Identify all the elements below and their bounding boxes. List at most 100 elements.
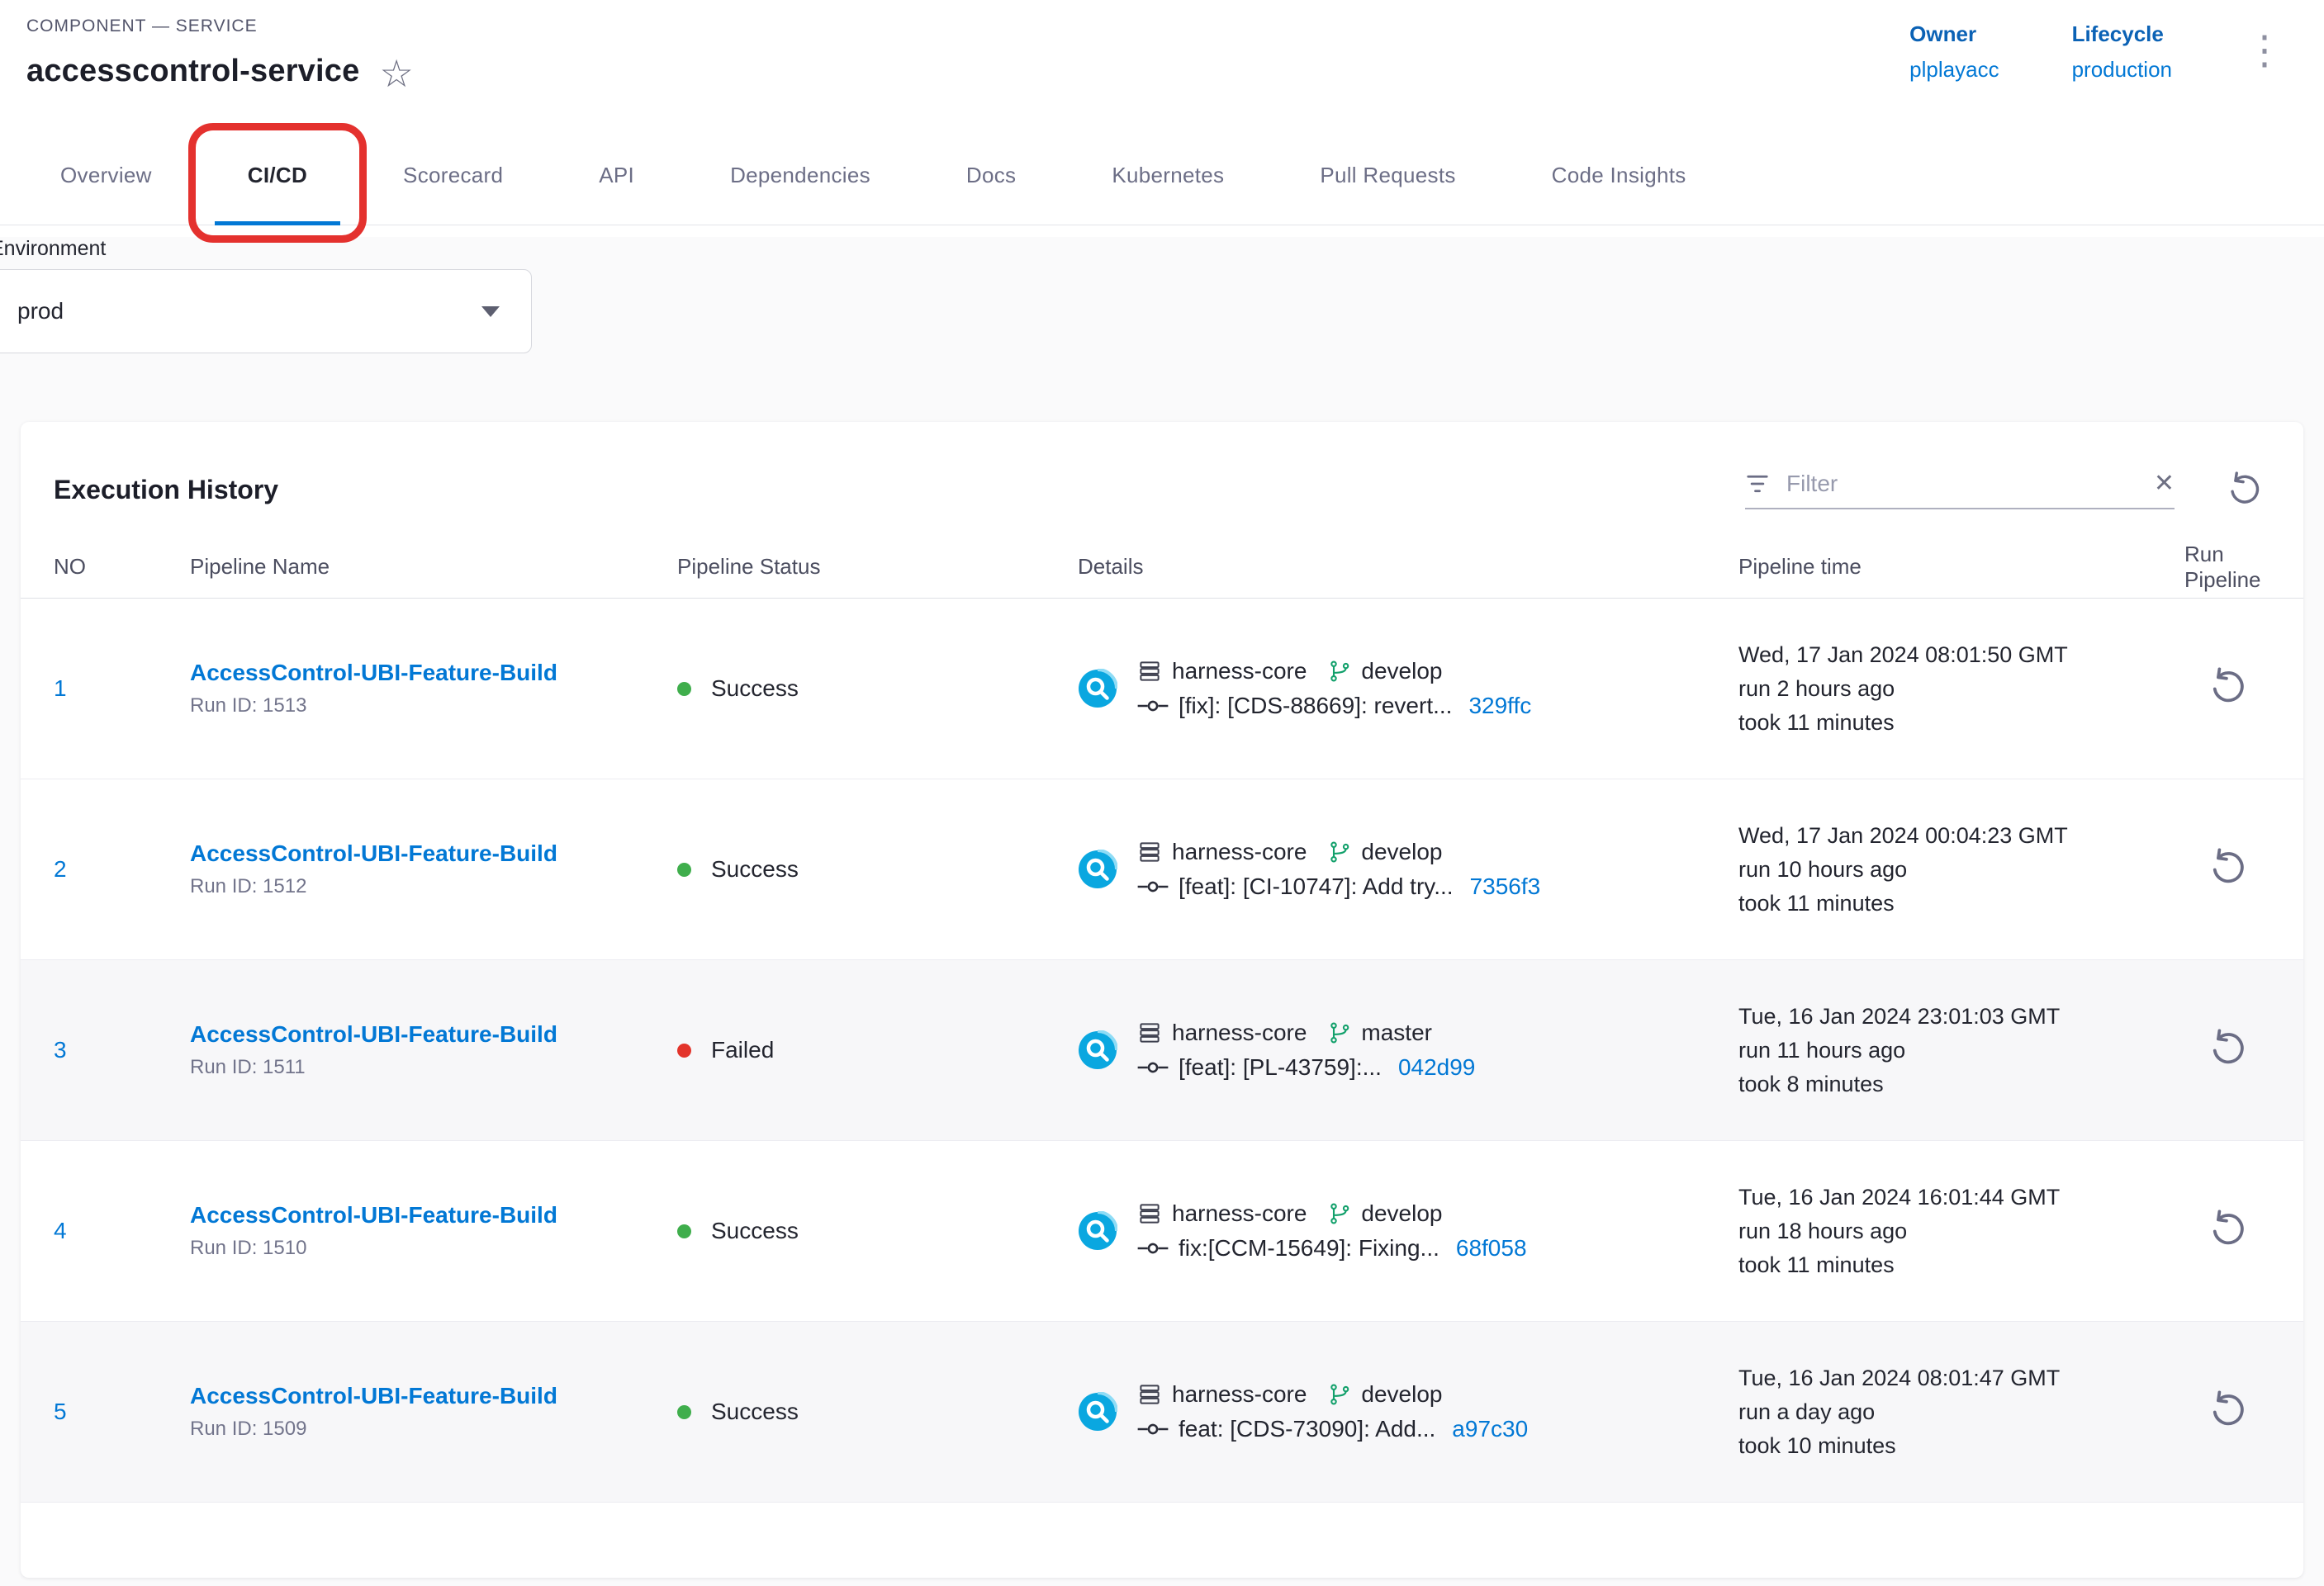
lifecycle-label: Lifecycle [2072,21,2172,47]
pipeline-date: Wed, 17 Jan 2024 00:04:23 GMT [1738,819,2184,853]
repo-branch-line: harness-core develop [1137,1200,1527,1227]
pipeline-ran: run 10 hours ago [1738,853,2184,887]
tab-docs[interactable]: Docs [918,125,1064,225]
environment-selected-value: prod [17,298,64,324]
lifecycle-link[interactable]: production [2072,57,2172,83]
pipeline-logo-icon [1078,669,1117,708]
pipeline-took: took 11 minutes [1738,706,2184,740]
commit-sha-link[interactable]: a97c30 [1452,1416,1528,1442]
tab-cicd[interactable]: CI/CD [200,125,355,225]
tab-cicd-label: CI/CD [248,163,307,188]
repo-name: harness-core [1172,658,1307,684]
details-lines: harness-core develop [feat]: [CI-10747]: [1137,839,1540,900]
tab-api[interactable]: API [551,125,682,225]
pipeline-name-link[interactable]: AccessControl-UBI-Feature-Build [190,1202,557,1229]
run-pipeline-icon[interactable] [2208,1028,2249,1069]
git-commit-icon [1137,1421,1169,1437]
pipeline-name-link[interactable]: AccessControl-UBI-Feature-Build [190,1021,557,1048]
tab-kubernetes[interactable]: Kubernetes [1064,125,1272,225]
row-number[interactable]: 4 [54,1218,190,1244]
branch-name: develop [1361,658,1442,684]
tab-pull-requests[interactable]: Pull Requests [1272,125,1503,225]
details-cell: harness-core develop feat: [CDS-73090]: [1078,1381,1738,1442]
details-cell: harness-core develop [feat]: [CI-10747]: [1078,839,1738,900]
row-number[interactable]: 3 [54,1037,190,1063]
run-pipeline-icon[interactable] [2208,666,2249,708]
repo-branch-line: harness-core master [1137,1020,1475,1046]
run-pipeline-cell [2184,1209,2270,1254]
pipeline-status-cell: Success [677,856,1078,883]
pipeline-name-link[interactable]: AccessControl-UBI-Feature-Build [190,1383,557,1409]
breadcrumb: COMPONENT — SERVICE [26,17,414,36]
run-pipeline-icon[interactable] [2208,847,2249,888]
col-pipeline-time: Pipeline time [1738,554,2184,580]
commit-message: feat: [CDS-73090]: Add... [1179,1416,1435,1442]
refresh-icon[interactable] [2226,471,2264,509]
filter-input[interactable] [1785,470,2139,498]
pipeline-ran: run 2 hours ago [1738,672,2184,706]
tab-dependencies[interactable]: Dependencies [682,125,918,225]
run-pipeline-cell [2184,1028,2270,1073]
branch-name: develop [1361,839,1442,865]
repo-name: harness-core [1172,839,1307,865]
commit-sha-link[interactable]: 68f058 [1456,1235,1527,1262]
pipeline-took: took 11 minutes [1738,1248,2184,1282]
kebab-menu-icon[interactable]: ⋮ [2245,31,2284,71]
favorite-star-icon[interactable]: ☆ [379,54,413,92]
pipeline-date: Tue, 16 Jan 2024 16:01:44 GMT [1738,1181,2184,1214]
pipeline-date: Wed, 17 Jan 2024 08:01:50 GMT [1738,638,2184,672]
commit-line: fix:[CCM-15649]: Fixing... 68f058 [1137,1235,1527,1262]
col-run-pipeline: Run Pipeline [2184,542,2270,593]
status-dot [677,1044,691,1058]
pipeline-status-cell: Success [677,675,1078,702]
pipeline-took: took 8 minutes [1738,1068,2184,1101]
repository-icon [1137,1201,1162,1226]
commit-sha-link[interactable]: 7356f3 [1470,873,1541,900]
pipeline-date: Tue, 16 Jan 2024 08:01:47 GMT [1738,1361,2184,1395]
pipeline-status-cell: Success [677,1218,1078,1244]
run-pipeline-cell [2184,847,2270,892]
row-number[interactable]: 2 [54,856,190,883]
repository-icon [1137,659,1162,684]
row-number[interactable]: 1 [54,675,190,702]
run-pipeline-icon[interactable] [2208,1390,2249,1431]
commit-sha-link[interactable]: 329ffc [1468,693,1531,719]
run-pipeline-icon[interactable] [2208,1209,2249,1250]
commit-line: [fix]: [CDS-88669]: revert... 329ffc [1137,693,1531,719]
pipeline-time-cell: Tue, 16 Jan 2024 08:01:47 GMT run a day … [1738,1361,2184,1463]
branch-name: develop [1361,1381,1442,1408]
commit-sha-link[interactable]: 042d99 [1398,1054,1475,1081]
git-branch-icon [1328,1021,1351,1044]
repo-branch-line: harness-core develop [1137,658,1531,684]
pipeline-ran: run 11 hours ago [1738,1034,2184,1068]
row-number[interactable]: 5 [54,1399,190,1425]
pipeline-time-cell: Wed, 17 Jan 2024 00:04:23 GMT run 10 hou… [1738,819,2184,921]
commit-line: [feat]: [CI-10747]: Add try... 7356f3 [1137,873,1540,900]
status-label: Success [711,856,799,883]
pipeline-name-link[interactable]: AccessControl-UBI-Feature-Build [190,840,557,867]
details-cell: harness-core develop fix:[CCM-15649]: Fi [1078,1200,1738,1262]
repo-branch-line: harness-core develop [1137,839,1540,865]
run-id: Run ID: 1512 [190,875,677,898]
clear-filter-icon[interactable]: ✕ [2154,471,2175,496]
section-title: Execution History [54,475,278,505]
pipeline-name-link[interactable]: AccessControl-UBI-Feature-Build [190,660,557,686]
tab-code-insights[interactable]: Code Insights [1504,125,1734,225]
environment-select[interactable]: prod [0,269,532,353]
pipeline-time-cell: Tue, 16 Jan 2024 23:01:03 GMT run 11 hou… [1738,1000,2184,1101]
chevron-down-icon [481,306,500,317]
content-area: Environment prod Execution History ✕ [0,237,2324,1586]
owner-link[interactable]: plplayacc [1909,57,1999,83]
details-lines: harness-core develop fix:[CCM-15649]: Fi [1137,1200,1527,1262]
status-label: Success [711,1218,799,1244]
git-branch-icon [1328,1202,1351,1225]
pipeline-status-cell: Failed [677,1037,1078,1063]
commit-message: [fix]: [CDS-88669]: revert... [1179,693,1452,719]
pipeline-date: Tue, 16 Jan 2024 23:01:03 GMT [1738,1000,2184,1034]
run-id: Run ID: 1513 [190,694,677,717]
pipeline-time-cell: Wed, 17 Jan 2024 08:01:50 GMT run 2 hour… [1738,638,2184,740]
owner-block: Owner plplayacc [1909,21,1999,83]
tab-overview[interactable]: Overview [12,125,200,225]
details-lines: harness-core develop feat: [CDS-73090]: [1137,1381,1528,1442]
tab-scorecard[interactable]: Scorecard [355,125,551,225]
